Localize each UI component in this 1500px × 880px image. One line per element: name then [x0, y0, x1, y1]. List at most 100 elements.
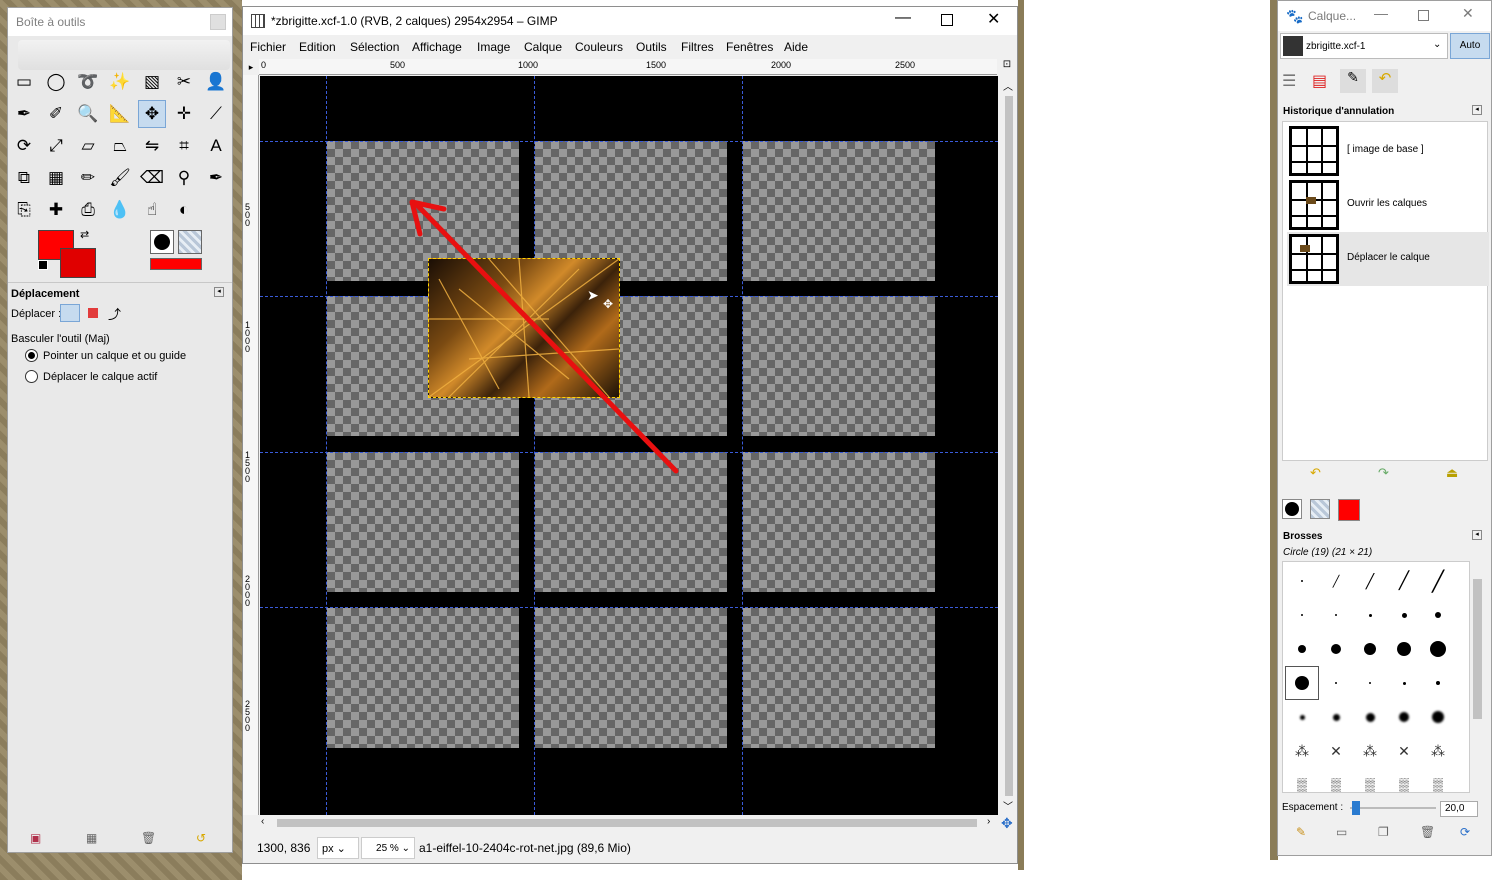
brush-item[interactable]: ▒ — [1421, 768, 1455, 792]
tool-color-picker-icon[interactable]: ✐ — [42, 100, 70, 128]
tool-free-select-icon[interactable]: ➰ — [74, 68, 102, 96]
tab-layers[interactable]: ☰ — [1282, 71, 1296, 91]
brush-swatch[interactable] — [1282, 499, 1302, 519]
tool-pencil-icon[interactable]: ✏ — [74, 164, 102, 192]
menu-image[interactable]: Image — [477, 40, 510, 54]
move-layer-mode-button[interactable] — [60, 304, 80, 322]
zoom-toggle-icon[interactable]: ⊡ — [998, 59, 1016, 75]
scroll-left-icon[interactable]: ‹ — [261, 816, 264, 827]
tab-channels[interactable]: ▤ — [1312, 71, 1327, 91]
spacing-slider[interactable] — [1350, 801, 1436, 815]
scroll-right-icon[interactable]: › — [987, 816, 990, 827]
brush-item[interactable] — [1319, 632, 1353, 666]
scroll-down-icon[interactable]: ﹀ — [1003, 798, 1013, 813]
spacing-value[interactable]: 20,0 — [1440, 801, 1478, 817]
reset-options-icon[interactable]: ↺ — [196, 831, 206, 845]
brush-item[interactable] — [1353, 700, 1387, 734]
brush-item[interactable]: ⁂ — [1421, 734, 1455, 768]
default-colors-icon[interactable] — [38, 260, 48, 270]
tool-flip-icon[interactable]: ⇋ — [138, 132, 166, 160]
refresh-brushes-icon[interactable]: ⟳ — [1460, 825, 1470, 839]
brush-item[interactable] — [1387, 666, 1421, 700]
tool-align-icon[interactable]: ✛ — [170, 100, 198, 128]
horizontal-scrollbar[interactable]: ‹ › — [259, 815, 999, 831]
brush-item[interactable] — [1353, 598, 1387, 632]
wilber-drop-area[interactable] — [18, 40, 230, 70]
tool-perspective-icon[interactable]: ⏢ — [106, 132, 134, 160]
panel-menu-icon[interactable]: ◂ — [1472, 105, 1482, 115]
tool-scissors-icon[interactable]: ✂ — [170, 68, 198, 96]
tool-dodge-burn-icon[interactable]: ◐ — [170, 196, 198, 224]
brush-item[interactable]: ⁂ — [1285, 734, 1319, 768]
background-color[interactable] — [60, 248, 96, 278]
brush-item-selected[interactable] — [1285, 666, 1319, 700]
brush-item[interactable] — [1319, 700, 1353, 734]
gradient-preview[interactable] — [150, 258, 202, 270]
unit-select[interactable]: px ⌄ — [317, 837, 359, 859]
tool-zoom-icon[interactable]: 🔍 — [74, 100, 102, 128]
brush-item[interactable] — [1421, 598, 1455, 632]
tool-blur-icon[interactable]: 💧 — [106, 196, 134, 224]
navigate-icon[interactable]: ✥ — [1001, 815, 1013, 832]
brush-item[interactable]: ✕ — [1387, 734, 1421, 768]
image-select[interactable]: zbrigitte.xcf-1 ⌄ — [1280, 33, 1448, 59]
move-path-mode-button[interactable]: ⤴ — [108, 304, 121, 323]
restore-options-icon[interactable]: ▦ — [86, 831, 97, 845]
panel-menu-icon[interactable]: ◂ — [214, 287, 224, 297]
tool-heal-icon[interactable]: ✚ — [42, 196, 70, 224]
menu-selection[interactable]: Sélection — [350, 40, 399, 54]
close-button[interactable]: ✕ — [1462, 5, 1474, 22]
maximize-button[interactable] — [1418, 10, 1429, 21]
brush-item[interactable]: ▒ — [1353, 768, 1387, 792]
minimize-button[interactable]: — — [895, 9, 911, 27]
tool-ink-icon[interactable]: ✒ — [202, 164, 230, 192]
brush-item[interactable]: ╱ — [1319, 564, 1353, 598]
tool-move-icon[interactable]: ✥ — [138, 100, 166, 128]
tool-paintbrush-icon[interactable]: 🖌 — [106, 164, 134, 192]
brush-item[interactable]: ✕ — [1319, 734, 1353, 768]
brush-item[interactable] — [1421, 666, 1455, 700]
brush-item[interactable] — [1319, 598, 1353, 632]
close-button[interactable] — [210, 14, 226, 30]
menu-couleurs[interactable]: Couleurs — [575, 40, 623, 54]
scroll-thumb[interactable] — [277, 819, 977, 827]
tool-perspective-clone-icon[interactable]: ⎙ — [74, 196, 102, 224]
history-item[interactable]: [ image de base ] — [1287, 124, 1489, 178]
brush-item[interactable] — [1319, 666, 1353, 700]
quick-mask-menu-icon[interactable]: ▸ — [243, 59, 259, 75]
close-button[interactable]: ✕ — [987, 9, 1000, 29]
tool-crop-icon[interactable]: ⟋ — [202, 100, 230, 128]
tool-smudge-icon[interactable]: ☝ — [138, 196, 166, 224]
menu-fenetres[interactable]: Fenêtres — [726, 40, 773, 54]
brush-item[interactable]: ╱ — [1353, 564, 1387, 598]
brush-scrollbar[interactable] — [1470, 561, 1486, 793]
tool-shear-icon[interactable]: ▱ — [74, 132, 102, 160]
delete-brush-icon[interactable]: 🗑 — [1420, 825, 1435, 839]
duplicate-brush-icon[interactable]: ❐ — [1378, 825, 1389, 839]
brush-item[interactable] — [1387, 700, 1421, 734]
tool-measure-icon[interactable]: 📐 — [106, 100, 134, 128]
tool-ellipse-select-icon[interactable]: ◯ — [42, 68, 70, 96]
brush-item[interactable] — [1387, 632, 1421, 666]
history-item-selected[interactable]: Déplacer le calque — [1287, 232, 1489, 286]
tool-blend-icon[interactable]: ▦ — [42, 164, 70, 192]
panel-menu-icon[interactable]: ◂ — [1472, 530, 1482, 540]
tool-paths-icon[interactable]: ✒ — [10, 100, 38, 128]
radio-active-layer[interactable] — [25, 370, 38, 383]
brush-item[interactable]: ▒ — [1319, 768, 1353, 792]
image-canvas[interactable]: ➤ ✥ — [260, 76, 998, 815]
tool-rotate-icon[interactable]: ⟳ — [10, 132, 38, 160]
spacing-slider-handle[interactable] — [1352, 801, 1360, 815]
save-options-icon[interactable]: ▣ — [30, 831, 41, 845]
brush-item[interactable]: ╱ — [1421, 564, 1455, 598]
brush-item[interactable]: ▒ — [1285, 768, 1319, 792]
minimize-button[interactable]: — — [1374, 5, 1388, 21]
delete-options-icon[interactable]: 🗑 — [141, 831, 156, 845]
tool-unified-transform-icon[interactable]: ⧉ — [10, 164, 38, 192]
menu-outils[interactable]: Outils — [636, 40, 667, 54]
move-selection-mode-button[interactable] — [88, 308, 98, 318]
brush-item[interactable] — [1285, 700, 1319, 734]
tool-select-by-color-icon[interactable]: ▧ — [138, 68, 166, 96]
radio-pick-layer[interactable] — [25, 349, 38, 362]
tool-foreground-select-icon[interactable]: 👤 — [202, 68, 230, 96]
